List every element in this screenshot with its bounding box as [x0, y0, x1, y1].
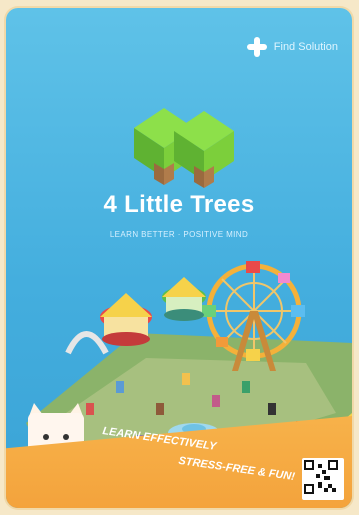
- brand-badge: Find Solution: [246, 36, 338, 58]
- app-tagline: LEARN BETTER · POSITIVE MIND: [109, 230, 249, 239]
- brand-name: Find Solution: [273, 41, 338, 53]
- qr-code[interactable]: [302, 458, 344, 500]
- app-logo: [134, 108, 234, 188]
- app-title: 4 Little Trees: [103, 191, 255, 218]
- carousel-left: [100, 293, 152, 346]
- carousel-right: [162, 277, 206, 321]
- promo-card: Find Solution 4 Little Trees LEARN BETTE…: [6, 8, 352, 508]
- plus-icon: [246, 36, 268, 58]
